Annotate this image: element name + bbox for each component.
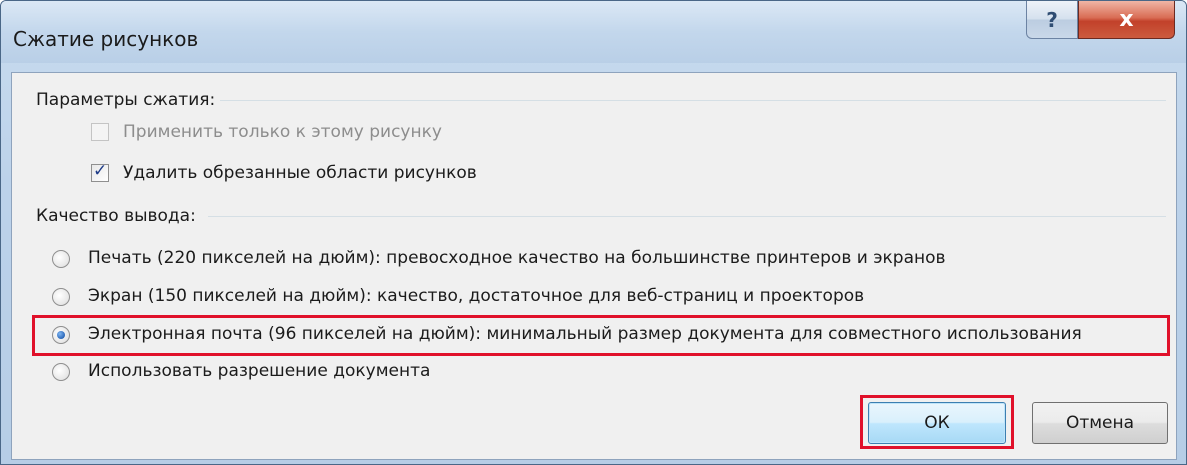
quality-radio-screen[interactable] (52, 288, 70, 306)
quality-option-screen: Экран (150 пикселей на дюйм): качество, … (88, 286, 865, 306)
quality-option-print: Печать (220 пикселей на дюйм): превосход… (88, 248, 946, 268)
group-divider (208, 216, 1166, 217)
cancel-button-label: Отмена (1065, 413, 1135, 433)
radio-selected-dot (57, 331, 65, 339)
question-mark-icon: ? (1046, 7, 1058, 32)
quality-option-document: Использовать разрешение документа (88, 361, 431, 381)
window-title: Сжатие рисунков (13, 27, 199, 51)
delete-cropped-label: Удалить обрезанные области рисунков (123, 163, 477, 183)
close-button[interactable]: x (1078, 1, 1175, 39)
quality-group-label: Качество вывода: (36, 206, 196, 226)
help-button[interactable]: ? (1026, 1, 1078, 39)
ok-button[interactable]: ОК (868, 402, 1006, 444)
compression-group-label: Параметры сжатия: (36, 90, 216, 110)
quality-radio-print[interactable] (52, 250, 70, 268)
group-divider (220, 100, 1166, 101)
quality-radio-email[interactable] (52, 326, 70, 344)
close-x-icon: x (1119, 7, 1134, 32)
quality-radio-document[interactable] (52, 363, 70, 381)
quality-option-email: Электронная почта (96 пикселей на дюйм):… (88, 324, 1082, 344)
title-bar[interactable]: Сжатие рисунков ? x (1, 1, 1186, 63)
delete-cropped-checkbox[interactable]: ✓ (91, 161, 109, 182)
checkmark-icon: ✓ (93, 161, 108, 181)
compress-pictures-dialog: Сжатие рисунков ? x Параметры сжатия: Пр… (0, 0, 1187, 465)
ok-button-label: ОК (924, 413, 950, 433)
cancel-button[interactable]: Отмена (1032, 402, 1168, 444)
apply-only-checkbox[interactable] (91, 123, 109, 141)
apply-only-label: Применить только к этому рисунку (123, 122, 442, 142)
dialog-body: Параметры сжатия: Применить только к это… (11, 72, 1177, 460)
